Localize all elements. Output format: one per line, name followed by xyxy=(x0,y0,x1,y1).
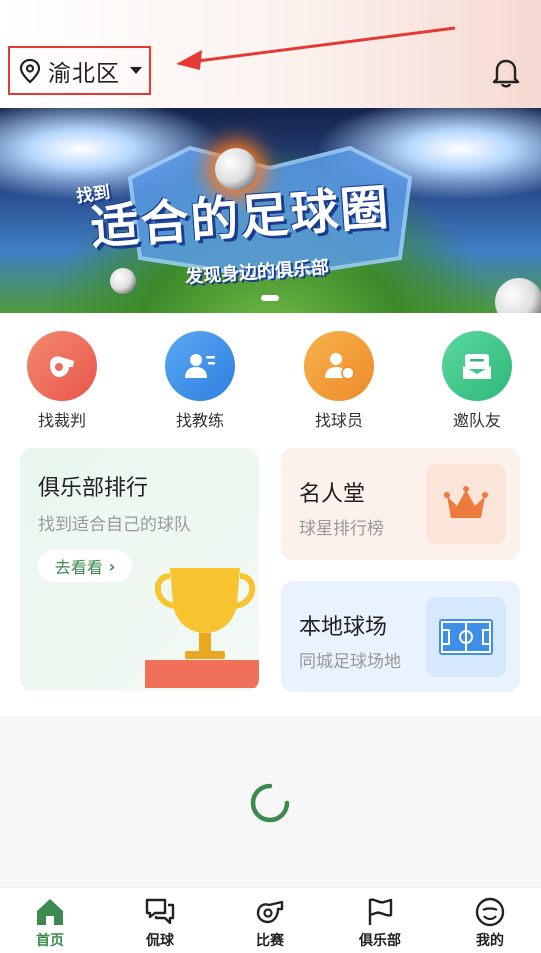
tab-club[interactable]: 俱乐部 xyxy=(340,896,420,950)
soccer-field-icon xyxy=(426,597,506,677)
find-referee-button[interactable]: 找裁判 xyxy=(17,331,107,431)
promo-banner[interactable]: 找到 适合的足球圈 发现身边的俱乐部 xyxy=(0,108,541,313)
card-title: 本地球场 xyxy=(299,615,388,640)
whistle-icon xyxy=(27,331,97,401)
go-see-button[interactable]: 去看看 › xyxy=(38,550,132,582)
soccer-ball-graphic xyxy=(495,278,541,313)
tab-match[interactable]: 比赛 xyxy=(230,896,310,950)
caret-down-icon xyxy=(130,67,142,74)
flag-icon xyxy=(368,898,393,925)
go-see-label: 去看看 xyxy=(54,558,103,577)
local-fields-card[interactable]: 本地球场 同城足球场地 xyxy=(281,581,520,692)
find-player-button[interactable]: 找球员 xyxy=(294,331,384,431)
crown-icon xyxy=(426,464,506,544)
player-icon xyxy=(304,331,374,401)
location-selector[interactable]: 渝北区 xyxy=(8,46,151,95)
card-title: 俱乐部排行 xyxy=(38,476,149,501)
card-subtitle: 球星排行榜 xyxy=(299,519,384,539)
home-icon xyxy=(37,899,63,925)
tab-profile[interactable]: 我的 xyxy=(450,896,530,950)
annotation-arrow xyxy=(176,26,456,70)
coach-icon xyxy=(165,331,235,401)
quick-action-label: 找裁判 xyxy=(37,411,86,430)
chevron-right-icon: › xyxy=(108,556,116,576)
tab-label: 我的 xyxy=(476,933,504,949)
quick-action-label: 找教练 xyxy=(175,411,224,430)
quick-action-label: 邀队友 xyxy=(452,411,501,430)
tab-label: 俱乐部 xyxy=(359,933,401,949)
tab-label: 首页 xyxy=(36,933,64,949)
quick-action-label: 找球员 xyxy=(314,411,363,430)
card-subtitle: 同城足球场地 xyxy=(299,652,401,672)
club-ranking-card[interactable]: 俱乐部排行 找到适合自己的球队 去看看 › xyxy=(20,448,259,691)
card-title: 名人堂 xyxy=(299,482,366,507)
top-header: 渝北区 xyxy=(0,0,541,108)
hall-of-fame-card[interactable]: 名人堂 球星排行榜 xyxy=(281,448,520,560)
quick-actions: 找裁判 找教练 找球员 邀队友 xyxy=(0,313,541,438)
invite-teammate-button[interactable]: 邀队友 xyxy=(432,331,522,431)
carousel-indicator xyxy=(261,295,279,301)
location-label: 渝北区 xyxy=(48,60,120,87)
bottom-tab-bar: 首页 侃球 比赛 俱乐部 我的 xyxy=(0,887,541,953)
tab-home[interactable]: 首页 xyxy=(10,896,90,950)
card-subtitle: 找到适合自己的球队 xyxy=(38,515,191,535)
tab-chat[interactable]: 侃球 xyxy=(120,896,200,950)
feature-cards: 俱乐部排行 找到适合自己的球队 去看看 › 名人堂 球星排行榜 本地球场 同城足… xyxy=(0,438,541,716)
tab-label: 比赛 xyxy=(256,933,284,949)
chat-icon xyxy=(145,898,175,925)
profile-icon xyxy=(475,897,505,927)
loading-spinner-icon xyxy=(250,783,290,823)
soccer-ball-graphic xyxy=(110,268,136,294)
invite-icon xyxy=(442,331,512,401)
location-pin-icon xyxy=(19,58,41,83)
trophy-icon xyxy=(145,568,259,688)
whistle-icon xyxy=(256,900,284,924)
tab-label: 侃球 xyxy=(146,933,174,949)
bell-icon[interactable] xyxy=(491,56,521,88)
find-coach-button[interactable]: 找教练 xyxy=(155,331,245,431)
